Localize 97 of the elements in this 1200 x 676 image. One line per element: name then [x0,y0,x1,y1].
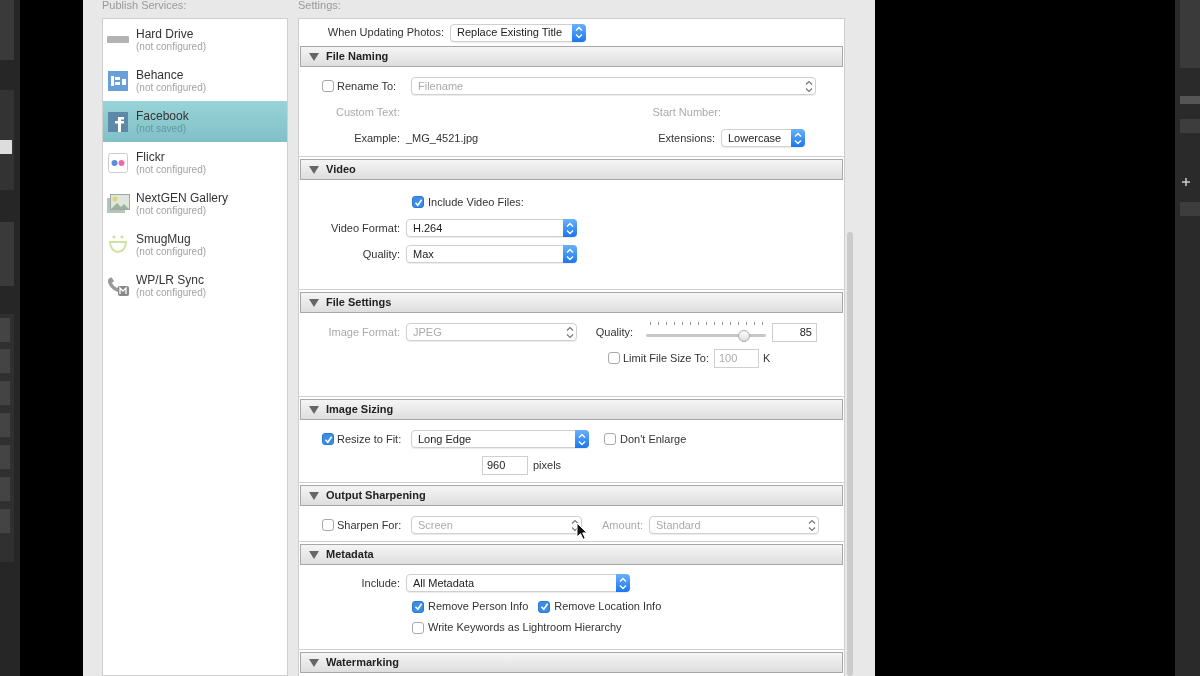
updown-icon [570,518,580,532]
check-icon [539,602,549,611]
updown-icon [577,432,587,446]
disclosure-icon [309,298,319,307]
service-status: (not configured) [136,204,207,217]
field-label: Custom Text: [335,104,401,120]
updown-icon [804,79,814,93]
field-label: Quality: [594,324,634,340]
input-field[interactable]: 85 [772,322,817,342]
service-status: (not configured) [136,245,207,258]
dropdown[interactable]: All Metadata [406,574,630,592]
updown-icon [574,26,584,39]
disclosure-icon [309,165,319,174]
dropdown[interactable]: Lowercase [721,129,805,147]
smiley-icon [108,235,128,254]
quality-slider[interactable] [646,321,766,343]
section-header[interactable]: Watermarking [300,652,843,673]
disclosure-icon [309,52,319,61]
dropdown[interactable]: H.264 [406,219,577,237]
updown-icon [618,576,628,590]
checkbox[interactable] [412,621,424,634]
checkbox[interactable] [604,433,616,445]
input-field[interactable]: 960 [482,455,528,475]
service-status: (not configured) [136,81,207,94]
field-label: Don't Enlarge [620,431,687,447]
section-label: Publish Services: [102,0,188,13]
field-label: Remove Location Info [554,599,662,615]
service-status: (not configured) [136,163,207,176]
slider-thumb[interactable] [738,330,751,342]
field-label: Image Format: [327,324,401,340]
field-label: Write Keywords as Lightroom Hierarchy [428,620,622,636]
check-icon [413,197,423,207]
disclosure-icon [309,658,319,667]
field-label: When Updating Photos: [326,25,445,41]
cursor-icon [576,522,588,540]
service-name: Flickr [136,149,166,164]
updown-icon [565,247,575,261]
photos-icon [106,194,130,213]
service-name: Behance [136,67,185,82]
section-header[interactable]: File Settings [300,292,843,313]
service-status: (not configured) [136,40,207,53]
service-name: WP/LR Sync [136,272,205,287]
service-name: NextGEN Gallery [136,190,229,205]
field-label: Include: [360,575,401,591]
updown-icon [807,518,817,532]
section-header[interactable]: Metadata [300,544,843,565]
field-label: Quality: [361,246,401,262]
service-item[interactable]: WP/LR Sync (not configured) [103,265,287,306]
field-label: Start Number: [651,104,722,120]
section-label: Settings: [298,0,342,13]
field-label: Rename To: [337,78,398,94]
logo-icon [108,70,128,91]
section-header[interactable]: Video [300,159,843,180]
updown-icon [793,131,803,145]
field-label: Amount: [601,517,644,533]
dots-icon [108,152,128,173]
check-icon [413,602,423,611]
logo-icon [108,111,128,132]
service-item[interactable]: Behance (not configured) [103,60,287,101]
disclosure-icon [309,491,319,500]
service-status: (not configured) [136,286,207,299]
section-header[interactable]: Image Sizing [300,399,843,420]
updown-icon [565,325,575,339]
dropdown[interactable]: Max [406,245,577,263]
field-label: Sharpen For: [337,517,403,533]
field-label: K [763,350,771,366]
updown-icon [565,221,575,235]
dropdown[interactable]: Replace Existing Title [450,23,586,42]
service-name: Hard Drive [136,26,195,41]
field-label: Include Video Files: [428,194,524,210]
service-name: SmugMug [136,231,192,246]
service-item[interactable]: Hard Drive (not configured) [103,19,287,60]
field-label: Example: [353,130,401,146]
checkbox[interactable] [412,600,424,613]
service-item[interactable]: Flickr (not configured) [103,142,287,183]
service-item[interactable]: NextGEN Gallery (not configured) [103,183,287,224]
service-item[interactable]: SmugMug (not configured) [103,224,287,265]
checkbox[interactable] [412,196,424,208]
disclosure-icon [309,550,319,559]
field-label: pixels [533,457,562,473]
checkbox[interactable] [322,433,334,445]
check-icon [323,434,333,444]
drive-icon [107,36,129,43]
handset-icon [107,275,129,296]
dropdown[interactable]: Long Edge [411,430,589,448]
field-label: Video Format: [330,220,401,236]
field-label: Extensions: [657,130,716,146]
section-header[interactable]: File Naming [300,46,843,67]
field-label: Resize to Fit: [337,431,403,447]
field-label: Limit File Size To: [623,350,709,366]
section-header[interactable]: Output Sharpening [300,485,843,506]
checkbox[interactable] [538,600,551,613]
scrollbar-thumb[interactable] [847,232,853,676]
service-name: Facebook [136,108,189,123]
disclosure-icon [309,405,319,414]
field-label: Remove Person Info [428,599,529,615]
example-text: _MG_4521.jpg [406,130,480,146]
